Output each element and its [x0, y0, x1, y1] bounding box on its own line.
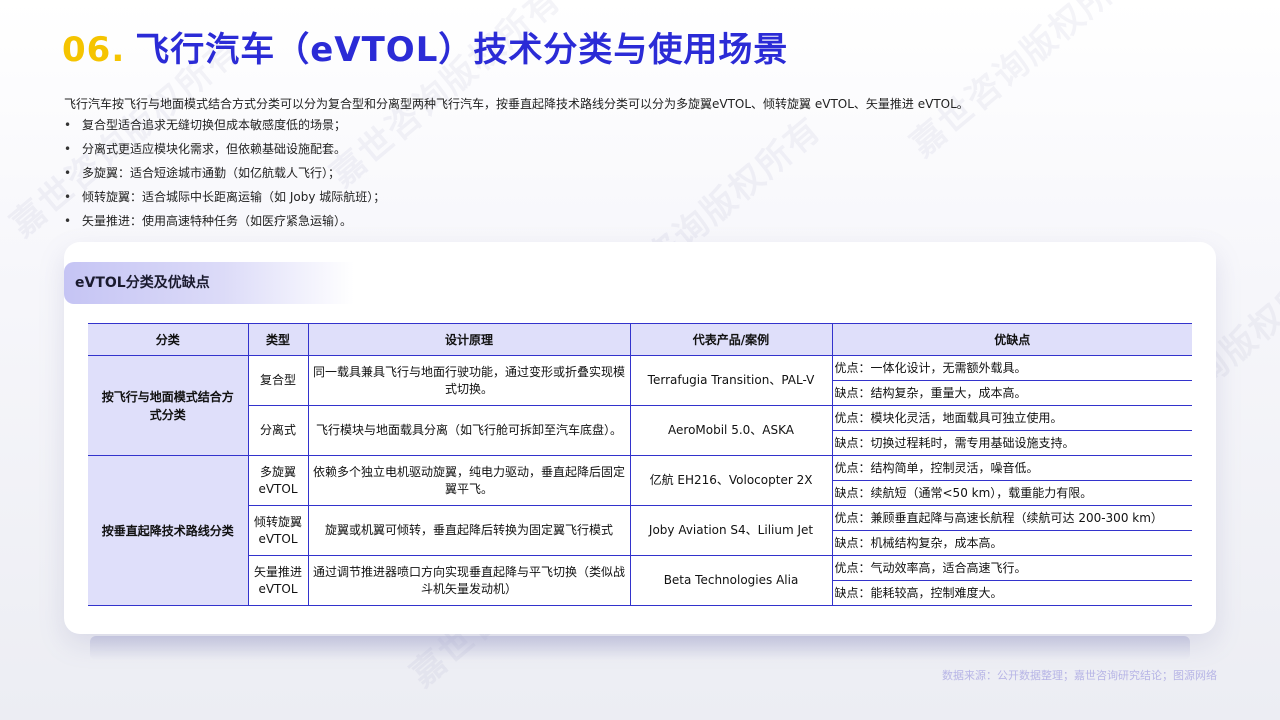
product-cell: Terrafugia Transition、PAL-V [629, 355, 832, 406]
cons-cell: 缺点：续航短（通常<50 km），载重能力有限。 [831, 480, 1192, 506]
pros-cell: 优点：模块化灵活，地面载具可独立使用。 [831, 405, 1192, 431]
bullet-item: 多旋翼：适合短途城市通勤（如亿航载人飞行）； [64, 161, 1224, 185]
source-note: 数据来源：公开数据整理；嘉世咨询研究结论；图源网络 [942, 669, 1217, 682]
title-number: 06. [62, 30, 126, 70]
product-cell: Joby Aviation S4、Lilium Jet [629, 505, 832, 556]
bullet-item: 倾转旋翼：适合城际中长距离运输（如 Joby 城际航班）； [64, 185, 1224, 209]
pros-cell: 优点：气动效率高，适合高速飞行。 [831, 555, 1192, 581]
product-cell: Beta Technologies Alia [629, 555, 832, 606]
table-row: 倾转旋翼eVTOL 旋翼或机翼可倾转，垂直起降后转换为固定翼飞行模式 Joby … [88, 505, 1192, 556]
product-cell: 亿航 EH216、Volocopter 2X [629, 455, 832, 506]
table-row: 分离式 飞行模块与地面载具分离（如飞行舱可拆卸至汽车底盘）。 AeroMobil… [88, 405, 1192, 456]
type-cell: 倾转旋翼eVTOL [247, 505, 308, 556]
type-cell: 复合型 [247, 355, 308, 406]
type-cell: 多旋翼eVTOL [247, 455, 308, 506]
table-row: 矢量推进eVTOL 通过调节推进器喷口方向实现垂直起降与平飞切换（类似战斗机矢量… [88, 555, 1192, 606]
principle-cell: 同一载具兼具飞行与地面行驶功能，通过变形或折叠实现模式切换。 [307, 355, 630, 406]
card-shadow [90, 636, 1190, 660]
product-cell: AeroMobil 5.0、ASKA [629, 405, 832, 456]
principle-cell: 飞行模块与地面载具分离（如飞行舱可拆卸至汽车底盘）。 [307, 405, 630, 456]
evtol-classification-table: 分类 类型 设计原理 代表产品/案例 优缺点 按飞行与地面模式结合方式分类 复合… [88, 323, 1192, 606]
cons-cell: 缺点：切换过程耗时，需专用基础设施支持。 [831, 430, 1192, 456]
header-product: 代表产品/案例 [629, 323, 832, 356]
category-cell: 按飞行与地面模式结合方式分类 [88, 355, 248, 456]
title-text: 飞行汽车（eVTOL）技术分类与使用场景 [135, 30, 789, 70]
pros-cell: 优点：兼顾垂直起降与高速长航程（续航可达 200-300 km） [831, 505, 1192, 531]
bullet-item: 分离式更适应模块化需求，但依赖基础设施配套。 [64, 137, 1224, 161]
table-header-row: 分类 类型 设计原理 代表产品/案例 优缺点 [88, 323, 1192, 356]
table-row: 按垂直起降技术路线分类 多旋翼eVTOL 依赖多个独立电机驱动旋翼，纯电力驱动，… [88, 455, 1192, 606]
section-label: eVTOL分类及优缺点 [75, 275, 210, 291]
pros-cell: 优点：结构简单，控制灵活，噪音低。 [831, 455, 1192, 481]
type-cell: 矢量推进eVTOL [247, 555, 308, 606]
cons-cell: 缺点：能耗较高，控制难度大。 [831, 580, 1192, 606]
page-title: 06. 飞行汽车（eVTOL）技术分类与使用场景 [62, 22, 788, 71]
principle-cell: 通过调节推进器喷口方向实现垂直起降与平飞切换（类似战斗机矢量发动机） [307, 555, 630, 606]
header-type: 类型 [247, 323, 308, 356]
header-pros-cons: 优缺点 [831, 323, 1192, 356]
bullet-list: 复合型适合追求无缝切换但成本敏感度低的场景； 分离式更适应模块化需求，但依赖基础… [64, 113, 1224, 233]
header-category: 分类 [88, 323, 248, 356]
pros-cell: 优点：一体化设计，无需额外载具。 [831, 355, 1192, 381]
cons-cell: 缺点：结构复杂，重量大，成本高。 [831, 380, 1192, 406]
table-row: 按飞行与地面模式结合方式分类 复合型 同一载具兼具飞行与地面行驶功能，通过变形或… [88, 355, 1192, 456]
bullet-item: 复合型适合追求无缝切换但成本敏感度低的场景； [64, 113, 1224, 137]
principle-cell: 依赖多个独立电机驱动旋翼，纯电力驱动，垂直起降后固定翼平飞。 [307, 455, 630, 506]
cons-cell: 缺点：机械结构复杂，成本高。 [831, 530, 1192, 556]
header-principle: 设计原理 [307, 323, 630, 356]
bullet-item: 矢量推进：使用高速特种任务（如医疗紧急运输）。 [64, 209, 1224, 233]
principle-cell: 旋翼或机翼可倾转，垂直起降后转换为固定翼飞行模式 [307, 505, 630, 556]
category-cell: 按垂直起降技术路线分类 [88, 455, 248, 606]
type-cell: 分离式 [247, 405, 308, 456]
